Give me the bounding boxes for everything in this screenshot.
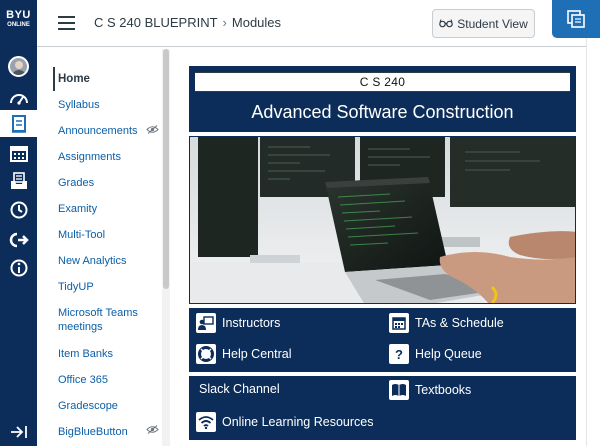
course-code: C S 240 <box>195 72 570 92</box>
blueprint-sidebar-button[interactable] <box>552 0 600 38</box>
avatar <box>8 56 29 77</box>
instructors-link[interactable]: Instructors <box>196 313 280 333</box>
tas-schedule-link[interactable]: TAs & Schedule <box>389 313 504 333</box>
courses-icon[interactable] <box>0 110 37 137</box>
blueprint-icon <box>567 10 585 28</box>
student-view-button[interactable]: Student View <box>432 9 535 38</box>
links-panel-bottom: Slack Channel Textbooks Online Learning … <box>189 376 576 440</box>
help-icon[interactable] <box>0 254 37 281</box>
course-nav-microsoft-teams-line1: Microsoft Teams <box>58 307 138 319</box>
canvas-app: BYU ONLINE C S 240 BLUEPRINT › Modules S… <box>0 0 600 446</box>
commons-icon[interactable] <box>0 226 37 253</box>
hidden-eye-icon <box>146 125 159 134</box>
course-nav-announcements[interactable]: Announcements <box>58 124 138 138</box>
links-panel-top: Instructors TAs & Schedule Help Central … <box>189 308 576 372</box>
calendar-icon <box>389 313 409 333</box>
breadcrumb-separator: › <box>222 15 227 30</box>
hidden-eye-icon <box>146 425 159 434</box>
inbox-icon[interactable] <box>0 167 37 194</box>
course-nav-gradescope[interactable]: Gradescope <box>58 399 118 413</box>
tas-schedule-label: TAs & Schedule <box>415 316 504 330</box>
textbooks-label: Textbooks <box>415 383 472 397</box>
help-central-link[interactable]: Help Central <box>196 344 291 364</box>
calendar-icon[interactable] <box>0 139 37 166</box>
help-queue-link[interactable]: ? Help Queue <box>389 344 482 364</box>
book-icon <box>389 380 409 400</box>
course-nav-assignments[interactable]: Assignments <box>58 150 121 164</box>
course-nav-microsoft-teams[interactable]: Microsoft Teams meetings <box>58 306 138 334</box>
online-learning-label: Online Learning Resources <box>222 415 374 429</box>
course-nav: Home Syllabus Announcements Assignments … <box>37 47 172 446</box>
course-nav-scrollbar-thumb[interactable] <box>163 49 169 289</box>
course-nav-bigbluebutton[interactable]: BigBlueButton <box>58 425 128 439</box>
course-nav-home[interactable]: Home <box>58 72 90 86</box>
slack-channel-link[interactable]: Slack Channel <box>199 382 280 396</box>
question-mark-icon: ? <box>389 344 409 364</box>
breadcrumb: C S 240 BLUEPRINT › Modules <box>94 15 281 30</box>
right-rail <box>586 38 600 446</box>
online-learning-link[interactable]: Online Learning Resources <box>196 412 373 432</box>
breadcrumb-page[interactable]: Modules <box>232 15 281 30</box>
course-nav-microsoft-teams-line2: meetings <box>58 321 103 333</box>
course-nav-examity[interactable]: Examity <box>58 202 97 216</box>
instructor-presenter-icon <box>196 313 216 333</box>
history-icon[interactable] <box>0 196 37 223</box>
student-view-label: Student View <box>457 16 528 31</box>
course-nav-multi-tool[interactable]: Multi-Tool <box>58 228 105 242</box>
instructors-label: Instructors <box>222 316 281 330</box>
collapse-nav-icon[interactable] <box>0 418 37 445</box>
breadcrumb-course[interactable]: C S 240 BLUEPRINT <box>94 15 218 30</box>
textbooks-link[interactable]: Textbooks <box>389 380 471 400</box>
course-nav-new-analytics[interactable]: New Analytics <box>58 254 126 268</box>
help-central-label: Help Central <box>222 347 292 361</box>
account-avatar[interactable] <box>0 53 37 80</box>
wifi-icon <box>196 412 216 432</box>
course-nav-item-banks[interactable]: Item Banks <box>58 347 113 361</box>
course-nav-tidyup[interactable]: TidyUP <box>58 280 94 294</box>
global-nav: BYU ONLINE <box>0 0 37 446</box>
active-indicator <box>53 67 55 91</box>
page-header: C S 240 BLUEPRINT › Modules Student View <box>37 0 586 47</box>
course-nav-grades[interactable]: Grades <box>58 176 94 190</box>
course-title: Advanced Software Construction <box>251 102 514 122</box>
glasses-icon <box>439 19 454 28</box>
slack-channel-label: Slack Channel <box>199 382 280 396</box>
course-nav-syllabus[interactable]: Syllabus <box>58 98 100 112</box>
course-banner: C S 240 Advanced Software Construction <box>189 66 576 132</box>
hamburger-menu-icon[interactable] <box>58 16 75 30</box>
byu-online-logo[interactable]: BYU ONLINE <box>3 10 34 29</box>
dashboard-icon[interactable] <box>0 84 37 111</box>
help-queue-label: Help Queue <box>415 347 482 361</box>
course-banner-image <box>189 136 576 304</box>
course-nav-office-365[interactable]: Office 365 <box>58 373 108 387</box>
lifebuoy-icon <box>196 344 216 364</box>
main-content: C S 240 Advanced Software Construction I… <box>172 47 586 446</box>
